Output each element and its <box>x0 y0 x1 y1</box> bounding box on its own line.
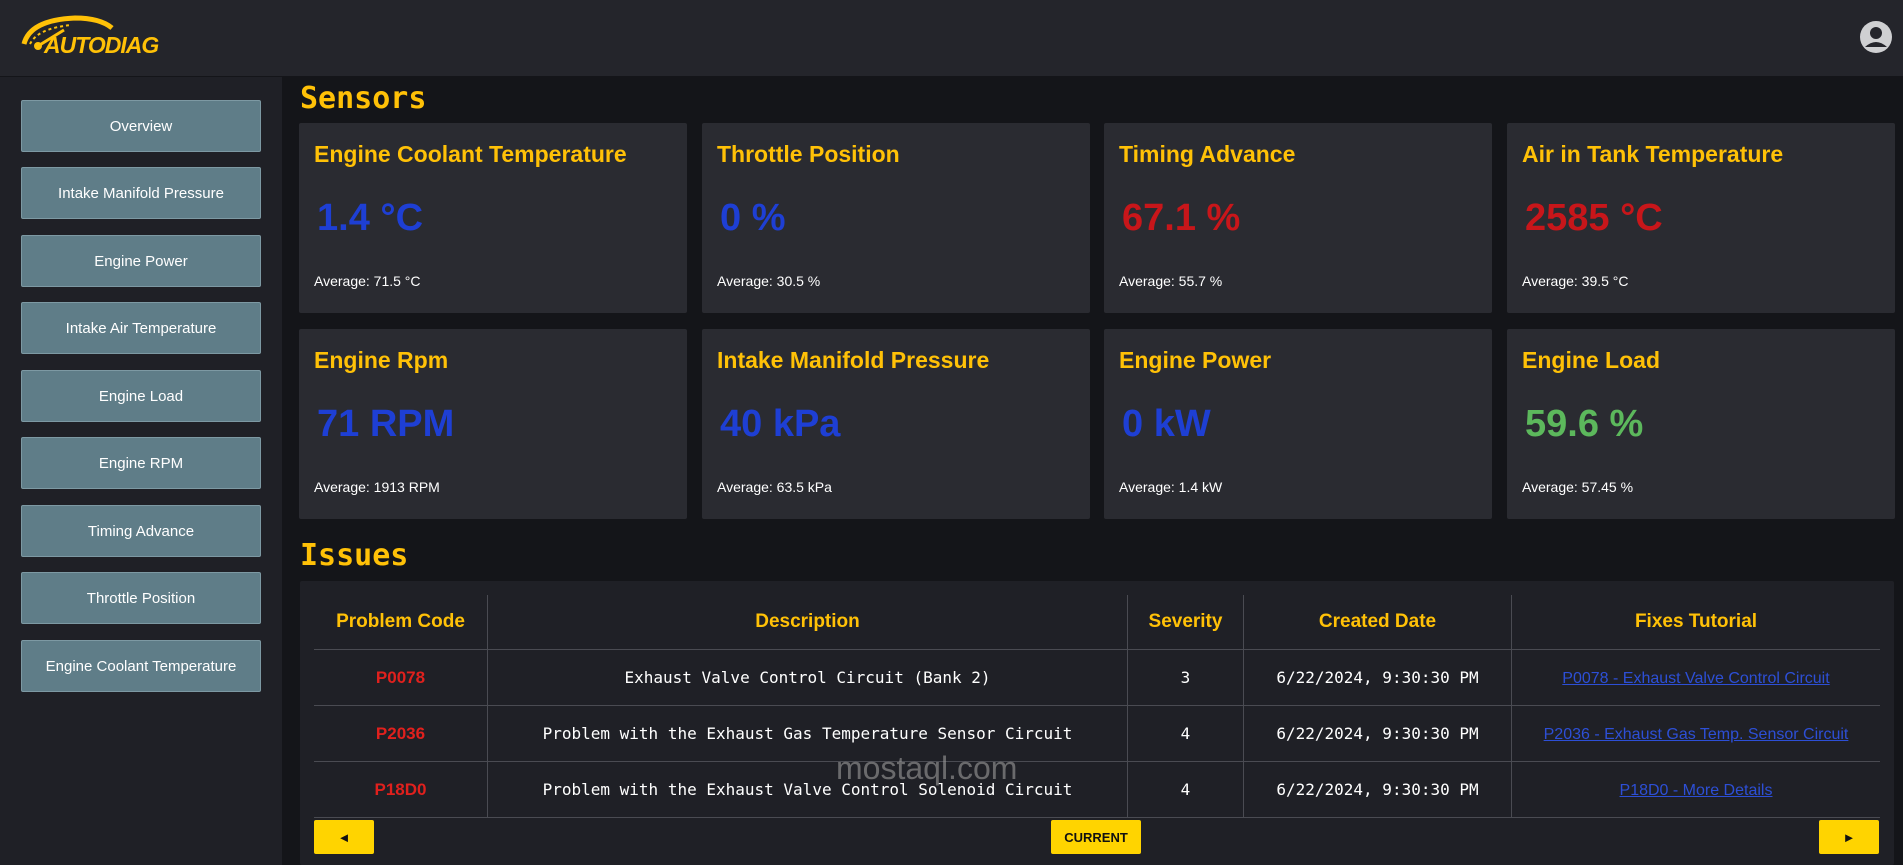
tutorial-link[interactable]: P0078 - Exhaust Valve Control Circuit <box>1562 670 1829 687</box>
sensor-card-title: Air in Tank Temperature <box>1522 141 1784 167</box>
sidebar-item-engine-power[interactable]: Engine Power <box>21 235 261 287</box>
sensor-card-value: 59.6 % <box>1525 403 1644 445</box>
prev-page-button[interactable]: ◄ <box>314 820 374 854</box>
issues-table: Problem Code Description Severity Create… <box>314 595 1880 818</box>
sensor-card-average: Average: 1.4 kW <box>1119 479 1223 495</box>
sensor-card-title: Throttle Position <box>717 141 900 167</box>
sensor-card-value: 67.1 % <box>1122 197 1241 239</box>
problem-code: P2036 <box>314 705 488 762</box>
table-header-row: Problem Code Description Severity Create… <box>314 595 1880 650</box>
sensor-card-title: Engine Load <box>1522 347 1660 373</box>
sensor-card: Engine Power 0 kW Average: 1.4 kW <box>1104 329 1492 519</box>
sensor-card-title: Engine Rpm <box>314 347 449 373</box>
sidebar-item-throttle-position[interactable]: Throttle Position <box>21 572 261 624</box>
sensor-card-title: Intake Manifold Pressure <box>717 347 990 373</box>
user-avatar-icon[interactable] <box>1859 20 1893 54</box>
sensor-card: Engine Coolant Temperature 1.4 °C Averag… <box>299 123 687 313</box>
tutorial-link[interactable]: P18D0 - More Details <box>1620 782 1773 799</box>
sensor-card-value: 0 % <box>720 197 786 239</box>
severity: 4 <box>1127 761 1244 818</box>
next-page-button[interactable]: ► <box>1819 820 1879 854</box>
sensor-card: Air in Tank Temperature 2585 °C Average:… <box>1507 123 1895 313</box>
sidebar-item-engine-load[interactable]: Engine Load <box>21 370 261 422</box>
sensor-card-average: Average: 57.45 % <box>1522 479 1634 495</box>
autodiag-logo[interactable]: AUTODIAG <box>20 14 159 64</box>
sensor-card-title: Engine Coolant Temperature <box>314 141 627 167</box>
table-row: P18D0 Problem with the Exhaust Valve Con… <box>314 761 1880 818</box>
sensor-card-value: 1.4 °C <box>317 197 424 239</box>
sensor-card-average: Average: 71.5 °C <box>314 273 421 289</box>
tutorial-cell: P2036 - Exhaust Gas Temp. Sensor Circuit <box>1511 705 1880 762</box>
sensor-card-average: Average: 30.5 % <box>717 273 821 289</box>
description: Problem with the Exhaust Gas Temperature… <box>487 705 1128 762</box>
sidebar-item-engine-rpm[interactable]: Engine RPM <box>21 437 261 489</box>
column-header-description[interactable]: Description <box>487 595 1128 650</box>
sensor-card-value: 71 RPM <box>317 403 455 445</box>
column-header-created-date[interactable]: Created Date <box>1243 595 1512 650</box>
sensor-card-title: Engine Power <box>1119 347 1272 373</box>
sidebar-item-intake-manifold-pressure[interactable]: Intake Manifold Pressure <box>21 167 261 219</box>
main-content: Sensors Engine Coolant Temperature 1.4 °… <box>282 77 1903 865</box>
description: Exhaust Valve Control Circuit (Bank 2) <box>487 649 1128 706</box>
sensor-card: Intake Manifold Pressure 40 kPa Average:… <box>702 329 1090 519</box>
severity: 4 <box>1127 705 1244 762</box>
sidebar-item-overview[interactable]: Overview <box>21 100 261 152</box>
tutorial-link[interactable]: P2036 - Exhaust Gas Temp. Sensor Circuit <box>1544 726 1849 743</box>
sensor-card-value: 0 kW <box>1122 403 1211 445</box>
logo-text: AUTODIAG <box>44 32 159 58</box>
problem-code: P0078 <box>314 649 488 706</box>
sensor-card-average: Average: 55.7 % <box>1119 273 1223 289</box>
severity: 3 <box>1127 649 1244 706</box>
issues-title: Issues <box>300 538 409 573</box>
tutorial-cell: P0078 - Exhaust Valve Control Circuit <box>1511 649 1880 706</box>
sensor-card: Engine Rpm 71 RPM Average: 1913 RPM <box>299 329 687 519</box>
sensor-card: Timing Advance 67.1 % Average: 55.7 % <box>1104 123 1492 313</box>
sensor-card: Engine Load 59.6 % Average: 57.45 % <box>1507 329 1895 519</box>
description: Problem with the Exhaust Valve Control S… <box>487 761 1128 818</box>
sensor-card-title: Timing Advance <box>1119 141 1296 167</box>
created-date: 6/22/2024, 9:30:30 PM <box>1243 761 1512 818</box>
table-row: P2036 Problem with the Exhaust Gas Tempe… <box>314 705 1880 762</box>
sidebar-item-engine-coolant-temperature[interactable]: Engine Coolant Temperature <box>21 640 261 692</box>
sensors-title: Sensors <box>300 81 427 116</box>
sensor-card-average: Average: 39.5 °C <box>1522 273 1629 289</box>
problem-code: P18D0 <box>314 761 488 818</box>
current-page-button[interactable]: CURRENT <box>1051 820 1141 854</box>
table-row: P0078 Exhaust Valve Control Circuit (Ban… <box>314 649 1880 706</box>
sensor-card: Throttle Position 0 % Average: 30.5 % <box>702 123 1090 313</box>
sensor-card-value: 2585 °C <box>1525 197 1663 239</box>
sensor-card-average: Average: 1913 RPM <box>314 479 440 495</box>
tutorial-cell: P18D0 - More Details <box>1511 761 1880 818</box>
top-header: AUTODIAG <box>0 0 1903 76</box>
sidebar: Overview Intake Manifold Pressure Engine… <box>0 77 282 865</box>
created-date: 6/22/2024, 9:30:30 PM <box>1243 705 1512 762</box>
column-header-severity[interactable]: Severity <box>1127 595 1244 650</box>
created-date: 6/22/2024, 9:30:30 PM <box>1243 649 1512 706</box>
column-header-problem-code[interactable]: Problem Code <box>314 595 488 650</box>
sensor-card-average: Average: 63.5 kPa <box>717 479 832 495</box>
sidebar-item-intake-air-temperature[interactable]: Intake Air Temperature <box>21 302 261 354</box>
sensor-card-value: 40 kPa <box>720 403 841 445</box>
column-header-fixes-tutorial[interactable]: Fixes Tutorial <box>1511 595 1880 650</box>
sidebar-item-timing-advance[interactable]: Timing Advance <box>21 505 261 557</box>
